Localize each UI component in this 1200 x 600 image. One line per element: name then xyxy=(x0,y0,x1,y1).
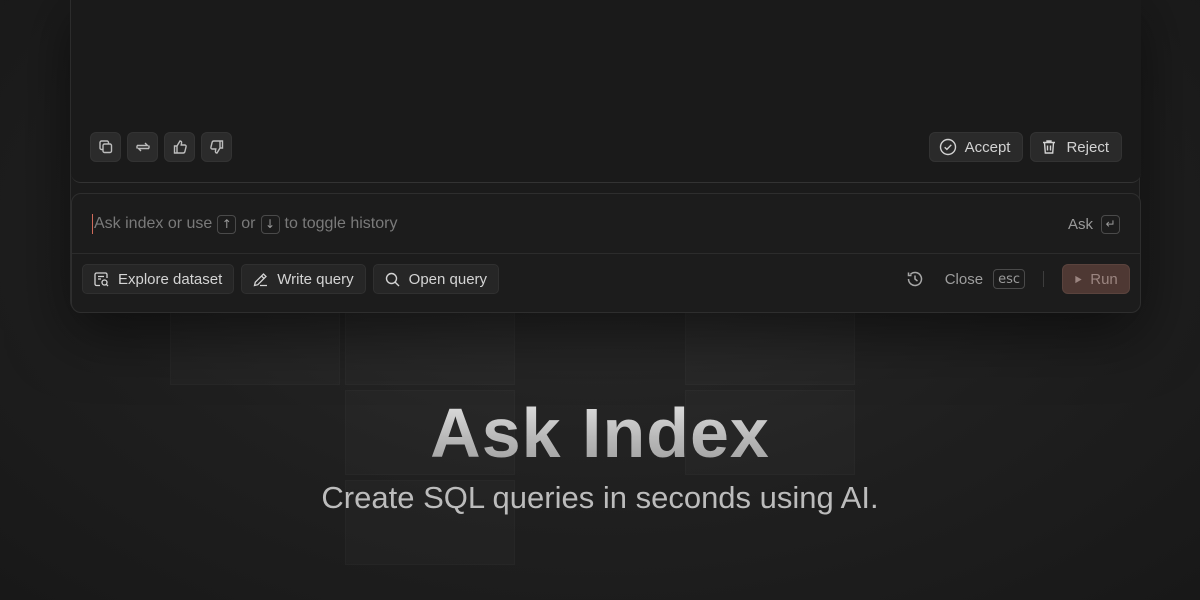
play-icon xyxy=(1075,275,1082,283)
response-decision: Accept Reject xyxy=(928,132,1122,162)
key-down-hint: ↓ xyxy=(260,214,280,234)
search-icon xyxy=(385,272,400,286)
esc-key-hint: esc xyxy=(993,269,1025,289)
text-caret xyxy=(92,214,93,234)
prompt-divider xyxy=(72,253,1140,254)
thumbs-up-icon xyxy=(173,140,187,154)
placeholder-start: Ask index or use xyxy=(94,215,213,232)
hero-subtitle: Create SQL queries in seconds using AI. xyxy=(321,480,879,515)
check-circle-icon xyxy=(939,138,956,156)
run-label: Run xyxy=(1090,270,1118,288)
placeholder-end: to toggle history xyxy=(284,215,398,232)
thumbs-up-button[interactable] xyxy=(164,132,195,162)
dataset-search-icon xyxy=(94,271,109,286)
query-toolbar: Explore dataset Write query Open query xyxy=(82,264,500,294)
thumbs-down-button[interactable] xyxy=(201,132,232,162)
pencil-icon xyxy=(253,272,268,286)
reject-button[interactable]: Reject xyxy=(1030,132,1122,162)
placeholder-or: or xyxy=(241,215,256,232)
accept-label: Accept xyxy=(964,138,1011,156)
open-query-label: Open query xyxy=(408,270,488,288)
regenerate-icon xyxy=(135,142,150,152)
prompt-box: Ask index or use ↑ or ↓ to toggle histor… xyxy=(71,193,1141,313)
history-icon[interactable] xyxy=(905,269,925,289)
prompt-input[interactable]: Ask index or use ↑ or ↓ to toggle histor… xyxy=(92,212,1120,236)
ask-index-window: Accept Reject Ask index or use ↑ or ↓ to… xyxy=(70,0,1141,313)
close-button[interactable]: Close xyxy=(945,271,983,288)
regenerate-button[interactable] xyxy=(127,132,158,162)
explore-dataset-label: Explore dataset xyxy=(118,270,223,288)
write-query-label: Write query xyxy=(277,270,354,288)
explore-dataset-button[interactable]: Explore dataset xyxy=(82,264,235,294)
response-actions xyxy=(90,132,232,162)
run-button[interactable]: Run xyxy=(1062,264,1130,294)
thumbs-down-icon xyxy=(209,140,223,154)
copy-button[interactable] xyxy=(90,132,121,162)
accept-button[interactable]: Accept xyxy=(928,132,1024,162)
ask-button[interactable]: Ask ↵ xyxy=(1067,214,1120,234)
key-up-hint: ↑ xyxy=(217,214,237,234)
hero-title: Ask Index xyxy=(0,393,1200,473)
response-panel: Accept Reject xyxy=(71,0,1141,183)
toolbar-right: Close esc Run xyxy=(905,264,1130,294)
toolbar-separator xyxy=(1043,271,1044,287)
write-query-button[interactable]: Write query xyxy=(241,264,366,294)
ask-label: Ask xyxy=(1067,215,1093,233)
enter-key-hint: ↵ xyxy=(1101,214,1120,234)
open-query-button[interactable]: Open query xyxy=(372,264,500,294)
copy-icon xyxy=(98,140,112,154)
reject-label: Reject xyxy=(1066,138,1109,156)
trash-icon xyxy=(1043,140,1056,154)
